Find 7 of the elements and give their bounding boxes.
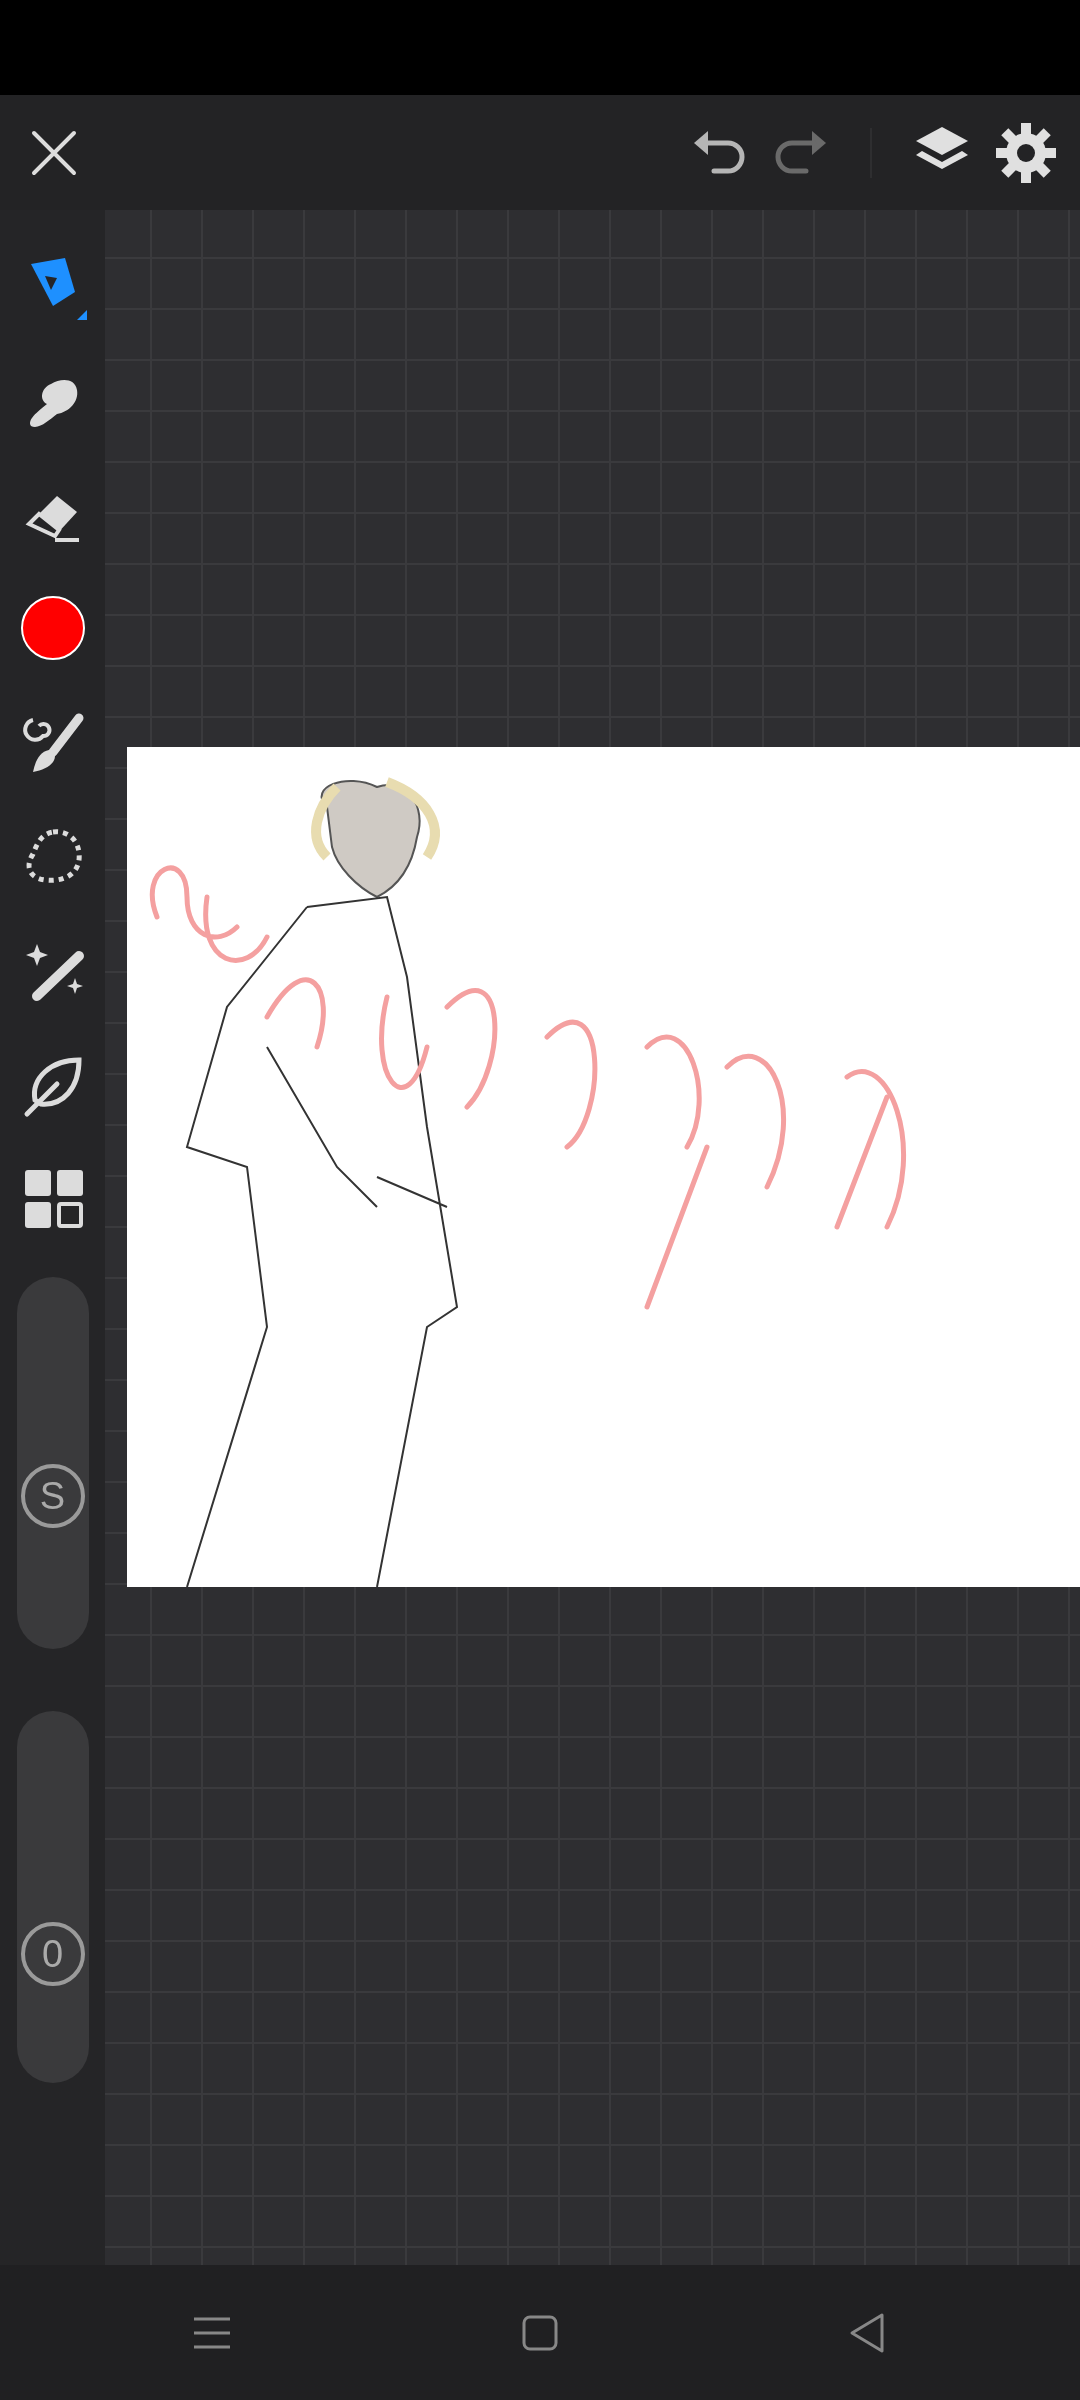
- close-icon: [30, 128, 78, 177]
- settings-icon: [996, 122, 1056, 183]
- settings-button[interactable]: [996, 122, 1056, 183]
- slider-handle[interactable]: 0: [20, 1922, 85, 1986]
- close-button[interactable]: [30, 128, 78, 177]
- slider-handle[interactable]: S: [20, 1464, 85, 1528]
- color-swatch: [19, 595, 86, 661]
